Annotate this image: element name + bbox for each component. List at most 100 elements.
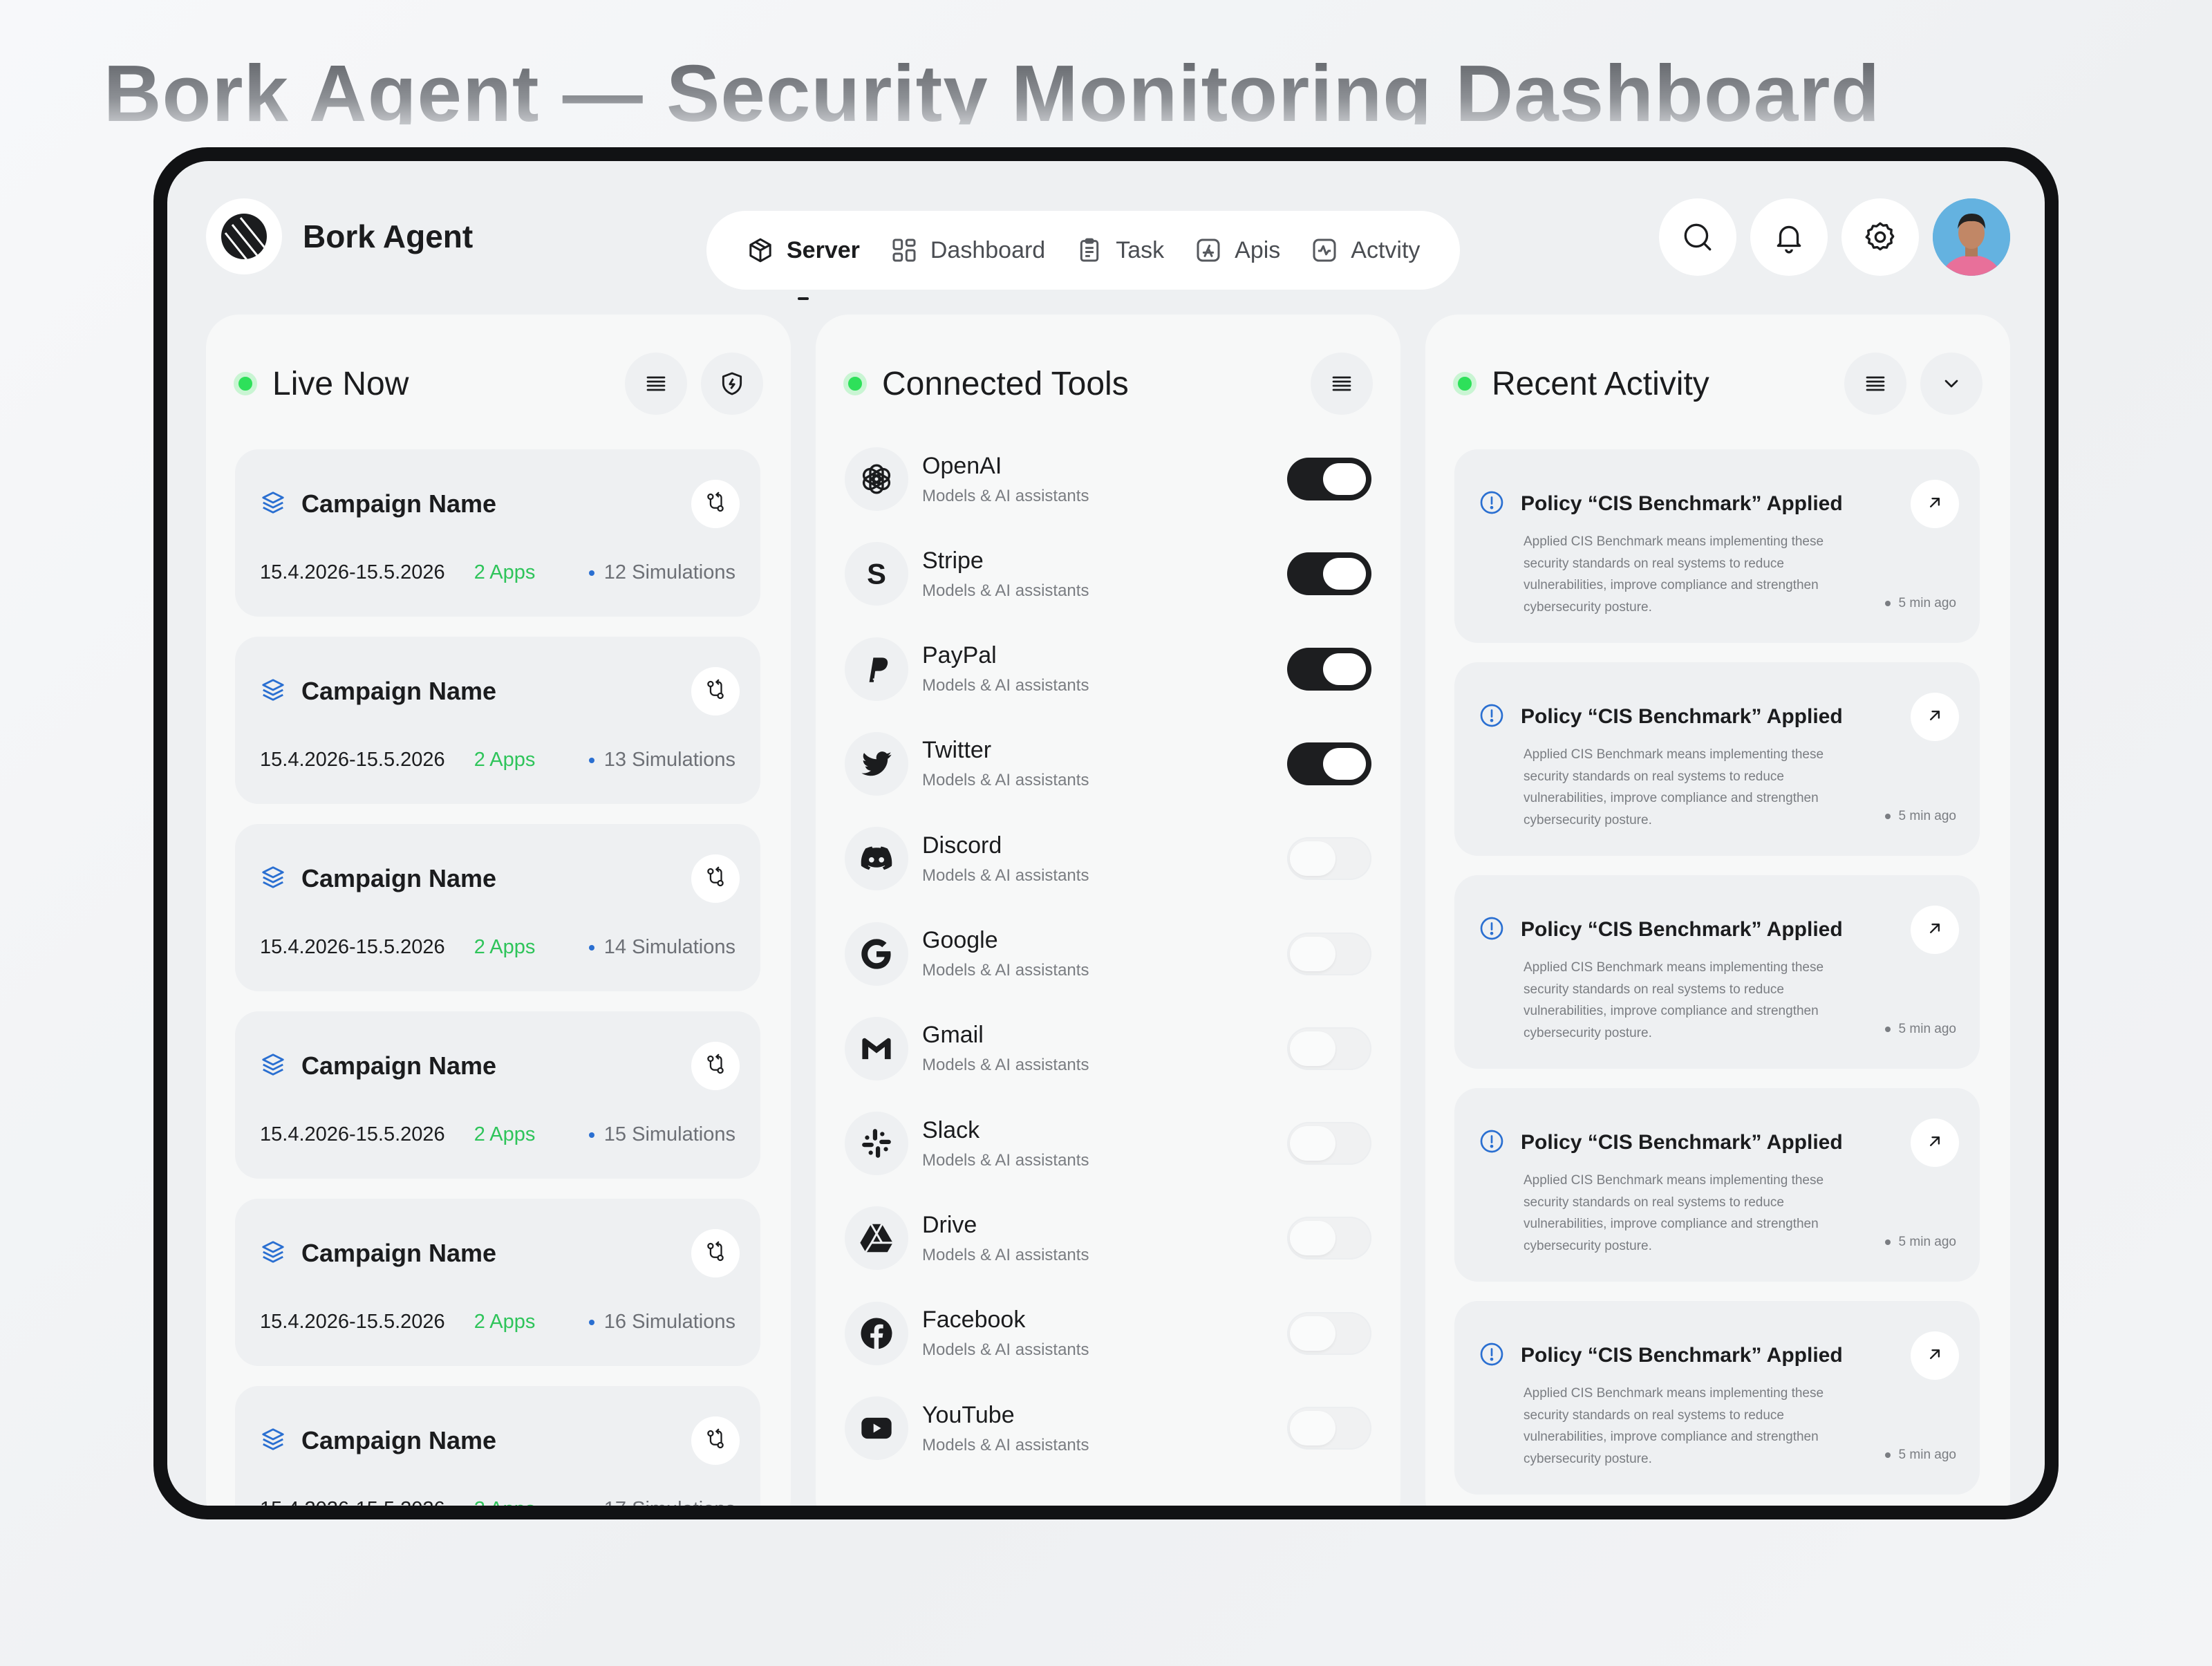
campaign-meta: 15.4.2026-15.5.2026 2 Apps 16 Simulation… <box>260 1311 735 1333</box>
campaign-name: Campaign Name <box>301 1239 497 1267</box>
bell-icon <box>1777 225 1801 254</box>
tool-name: Discord <box>922 832 1002 859</box>
menu-button[interactable] <box>625 353 687 415</box>
activity-card[interactable]: Policy “CIS Benchmark” Applied Applied C… <box>1454 1088 1980 1282</box>
layers-icon <box>260 1426 286 1456</box>
activity-timestamp: 5 min ago <box>1898 1022 1956 1036</box>
open-activity-button[interactable] <box>1911 480 1959 528</box>
activity-time: 5 min ago <box>1884 1448 1956 1463</box>
campaign-card[interactable]: Campaign Name 15.4.2026-15.5.2026 2 Apps… <box>235 1011 760 1179</box>
shield-icon <box>722 372 742 395</box>
avatar[interactable] <box>1933 198 2010 276</box>
arrow-up-right-icon <box>1925 1132 1944 1154</box>
campaign-link-button[interactable] <box>691 854 740 903</box>
nav-label: Task <box>1116 236 1165 263</box>
shield-button[interactable] <box>701 353 763 415</box>
facebook-toggle[interactable] <box>1287 1311 1371 1355</box>
campaign-card[interactable]: Campaign Name 15.4.2026-15.5.2026 2 Apps… <box>235 1386 760 1506</box>
open-activity-button[interactable] <box>1911 1331 1959 1380</box>
openai-toggle[interactable] <box>1287 458 1371 500</box>
nav-item-task[interactable]: Task <box>1076 236 1164 264</box>
drive-icon <box>845 1206 908 1271</box>
gmail-toggle[interactable] <box>1287 1027 1371 1070</box>
nav-item-server[interactable]: Server <box>747 236 860 300</box>
campaign-card[interactable]: Campaign Name 15.4.2026-15.5.2026 2 Apps… <box>235 824 760 991</box>
campaign-link-button[interactable] <box>691 667 740 715</box>
simulations-count: 15 Simulations <box>603 1123 735 1145</box>
activity-title: Policy “CIS Benchmark” Applied <box>1521 705 1843 728</box>
campaign-card-header: Campaign Name <box>260 1229 740 1277</box>
paypal-toggle[interactable] <box>1287 647 1371 691</box>
toggle-knob <box>1323 463 1366 495</box>
tool-name: Google <box>922 927 998 953</box>
campaign-date: 15.4.2026-15.5.2026 <box>260 561 445 583</box>
live-now-header: Live Now <box>234 350 763 417</box>
openai-icon <box>845 447 908 511</box>
nav-label: Dashboard <box>930 236 1046 263</box>
search-icon <box>1684 223 1712 251</box>
tool-text: Gmail Models & AI assistants <box>922 1022 1287 1075</box>
settings-button[interactable] <box>1841 198 1919 276</box>
slack-toggle[interactable] <box>1287 1122 1371 1166</box>
open-activity-button[interactable] <box>1911 906 1959 954</box>
campaign-simulations: 12 Simulations <box>588 561 735 584</box>
search-button[interactable] <box>1659 198 1736 276</box>
tool-name: PayPal <box>922 642 997 669</box>
arrow-up-right-icon <box>1925 493 1944 516</box>
campaign-name: Campaign Name <box>301 489 497 518</box>
nav-item-activity[interactable]: Actvity <box>1311 236 1420 264</box>
page-heading-text: Bork Agent — Security Monitoring Dashboa… <box>0 47 2212 124</box>
info-icon <box>1478 1340 1506 1372</box>
bullet-dot <box>1884 814 1891 819</box>
campaign-apps: 2 Apps <box>474 561 536 583</box>
expand-button[interactable] <box>1920 353 1983 415</box>
campaign-card-header: Campaign Name <box>260 1042 740 1090</box>
discord-toggle[interactable] <box>1287 837 1371 881</box>
nav-item-apis[interactable]: Apis <box>1194 236 1280 264</box>
campaign-apps: 2 Apps <box>474 1123 536 1145</box>
stripe-toggle[interactable] <box>1287 552 1371 596</box>
nav-label: Apis <box>1235 236 1281 263</box>
drive-toggle[interactable] <box>1287 1217 1371 1260</box>
connected-tools-header: Connected Tools <box>843 350 1373 417</box>
tool-row-youtube: YouTube Models & AI assistants <box>845 1390 1371 1466</box>
brand[interactable]: Bork Agent <box>206 198 473 274</box>
tool-name: Gmail <box>922 1022 984 1049</box>
toggle-knob <box>1290 1411 1335 1445</box>
campaign-card[interactable]: Campaign Name 15.4.2026-15.5.2026 2 Apps… <box>235 1199 760 1366</box>
youtube-toggle[interactable] <box>1287 1407 1371 1450</box>
svg-text:S: S <box>867 558 886 590</box>
nav-item-dashboard[interactable]: Dashboard <box>890 236 1045 264</box>
activity-card[interactable]: Policy “CIS Benchmark” Applied Applied C… <box>1454 875 1980 1069</box>
toggle-knob <box>1290 841 1335 877</box>
grid-icon <box>892 238 916 262</box>
tool-name: OpenAI <box>922 452 1002 479</box>
activity-card[interactable]: Policy “CIS Benchmark” Applied Applied C… <box>1454 449 1980 643</box>
notifications-button[interactable] <box>1750 198 1828 276</box>
facebook-icon <box>845 1301 908 1365</box>
menu-button[interactable] <box>1311 353 1373 415</box>
twitter-toggle[interactable] <box>1287 742 1371 785</box>
campaign-card[interactable]: Campaign Name 15.4.2026-15.5.2026 2 Apps… <box>235 637 760 804</box>
activity-card[interactable]: Policy “CIS Benchmark” Applied Applied C… <box>1454 1301 1980 1495</box>
campaign-link-button[interactable] <box>691 1229 740 1277</box>
menu-button[interactable] <box>1844 353 1906 415</box>
campaign-link-button[interactable] <box>691 1042 740 1090</box>
tool-row-discord: Discord Models & AI assistants <box>845 821 1371 897</box>
bullet-dot <box>588 1132 594 1138</box>
campaign-link-button[interactable] <box>691 480 740 528</box>
header-actions <box>1645 198 2010 276</box>
tool-text: Discord Models & AI assistants <box>922 832 1287 886</box>
campaign-card[interactable]: Campaign Name 15.4.2026-15.5.2026 2 Apps… <box>235 449 760 617</box>
google-toggle[interactable] <box>1287 932 1371 975</box>
git-compare-icon <box>704 1428 727 1454</box>
open-activity-button[interactable] <box>1911 693 1959 741</box>
open-activity-button[interactable] <box>1911 1119 1959 1167</box>
campaign-meta: 15.4.2026-15.5.2026 2 Apps 13 Simulation… <box>260 749 735 771</box>
app-store-icon <box>1197 238 1220 262</box>
campaign-apps: 2 Apps <box>474 1498 589 1506</box>
campaign-meta: 15.4.2026-15.5.2026 2 Apps 15 Simulation… <box>260 1123 735 1146</box>
activity-description: Applied CIS Benchmark means implementing… <box>1524 534 1824 615</box>
campaign-link-button[interactable] <box>691 1416 740 1465</box>
activity-card[interactable]: Policy “CIS Benchmark” Applied Applied C… <box>1454 662 1980 856</box>
